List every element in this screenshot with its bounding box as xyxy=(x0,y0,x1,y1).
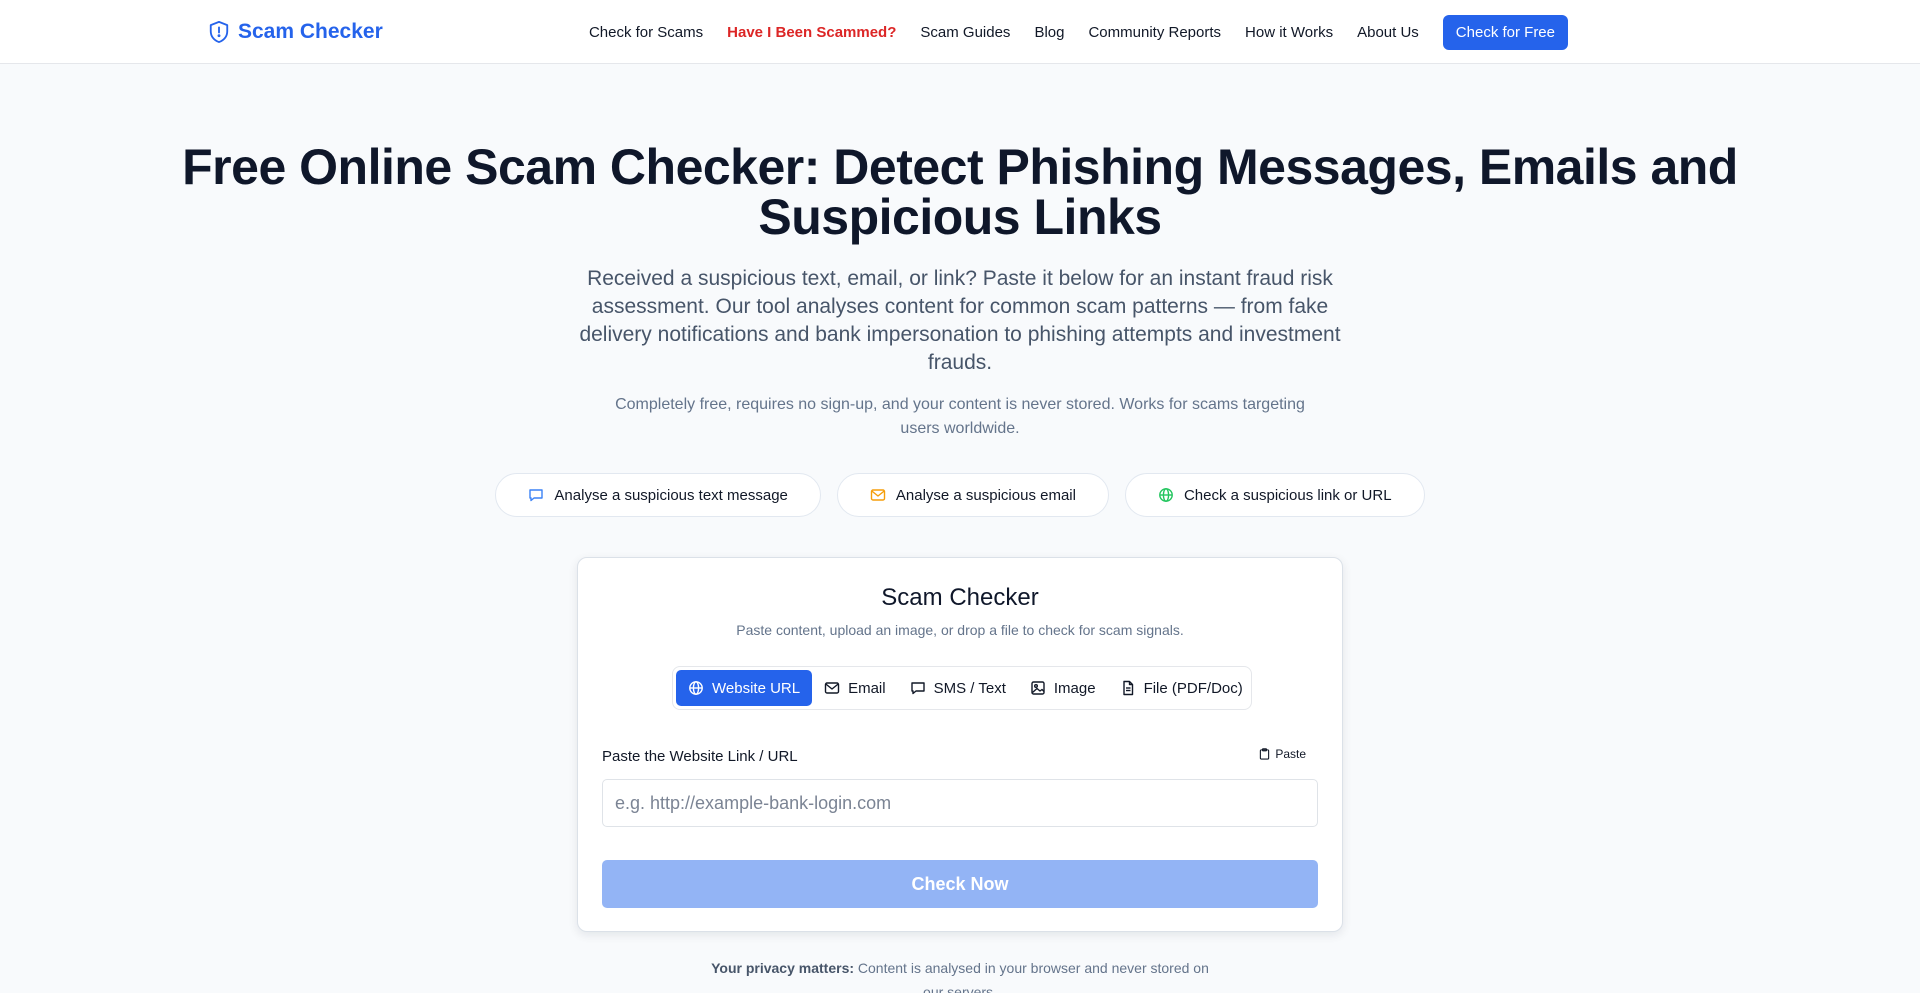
checker-title: Scam Checker xyxy=(881,584,1039,611)
nav-how-it-works[interactable]: How it Works xyxy=(1245,24,1333,41)
tab-website-url[interactable]: Website URL xyxy=(676,670,813,706)
globe-icon xyxy=(689,681,703,695)
analyse-email-button[interactable]: Analyse a suspicious email xyxy=(836,473,1109,517)
file-icon xyxy=(1122,680,1133,696)
tab-label: Email xyxy=(848,679,886,697)
tab-label: Image xyxy=(1053,679,1096,697)
tab-email[interactable]: Email xyxy=(812,670,898,706)
pill-label: Analyse a suspicious text message xyxy=(554,486,788,504)
page-title: Free Online Scam Checker: Detect Phishin… xyxy=(182,139,1738,245)
url-input[interactable] xyxy=(602,779,1318,827)
nav-about-us[interactable]: About Us xyxy=(1357,24,1419,41)
tab-sms-text[interactable]: SMS / Text xyxy=(898,670,1018,706)
shield-icon xyxy=(209,21,229,43)
privacy-text: Content is analysed in your browser and … xyxy=(854,960,1209,993)
checker-subtitle: Paste content, upload an image, or drop … xyxy=(736,622,1184,638)
analyse-text-message-button[interactable]: Analyse a suspicious text message xyxy=(495,473,821,517)
main-nav: Check for Scams Have I Been Scammed? Sca… xyxy=(589,14,1568,50)
hero-subtitle: Received a suspicious text, email, or li… xyxy=(579,267,1341,374)
mail-icon xyxy=(870,489,886,501)
nav-scam-guides[interactable]: Scam Guides xyxy=(920,24,1010,41)
pill-label: Analyse a suspicious email xyxy=(895,486,1076,504)
check-for-free-button[interactable]: Check for Free xyxy=(1442,14,1568,50)
url-field-label: Paste the Website Link / URL xyxy=(602,748,798,765)
nav-blog[interactable]: Blog xyxy=(1034,24,1064,41)
tab-file[interactable]: File (PDF/Doc) xyxy=(1108,670,1255,706)
paste-label: Paste xyxy=(1275,747,1306,761)
privacy-note: Your privacy matters: Content is analyse… xyxy=(700,956,1220,993)
message-icon xyxy=(910,682,925,695)
tab-image[interactable]: Image xyxy=(1018,670,1108,706)
image-icon xyxy=(1031,681,1045,695)
nav-check-for-scams[interactable]: Check for Scams xyxy=(589,24,703,41)
check-now-button[interactable]: Check Now xyxy=(602,860,1318,908)
brand-name: Scam Checker xyxy=(238,20,383,43)
quick-actions: Analyse a suspicious text message Analys… xyxy=(0,473,1920,517)
check-link-button[interactable]: Check a suspicious link or URL xyxy=(1124,473,1425,517)
message-icon xyxy=(529,489,544,502)
tab-label: File (PDF/Doc) xyxy=(1143,679,1243,697)
privacy-strong: Your privacy matters: xyxy=(711,960,855,976)
globe-icon xyxy=(1159,488,1173,502)
pill-label: Check a suspicious link or URL xyxy=(1183,486,1392,504)
clipboard-icon xyxy=(1260,748,1270,760)
site-header: Scam Checker Check for Scams Have I Been… xyxy=(0,0,1920,64)
paste-button[interactable]: Paste xyxy=(1259,747,1306,761)
input-type-tabs: Website URL Email SMS / Text Image File … xyxy=(672,666,1252,710)
scam-checker-card: Scam Checker Paste content, upload an im… xyxy=(577,557,1343,932)
brand-logo[interactable]: Scam Checker xyxy=(208,18,383,46)
nav-have-i-been-scammed[interactable]: Have I Been Scammed? xyxy=(727,24,896,41)
tab-label: SMS / Text xyxy=(933,679,1006,697)
tab-label: Website URL xyxy=(712,679,801,697)
hero-note: Completely free, requires no sign-up, an… xyxy=(615,396,1305,437)
nav-community-reports[interactable]: Community Reports xyxy=(1088,24,1221,41)
mail-icon xyxy=(824,682,840,694)
